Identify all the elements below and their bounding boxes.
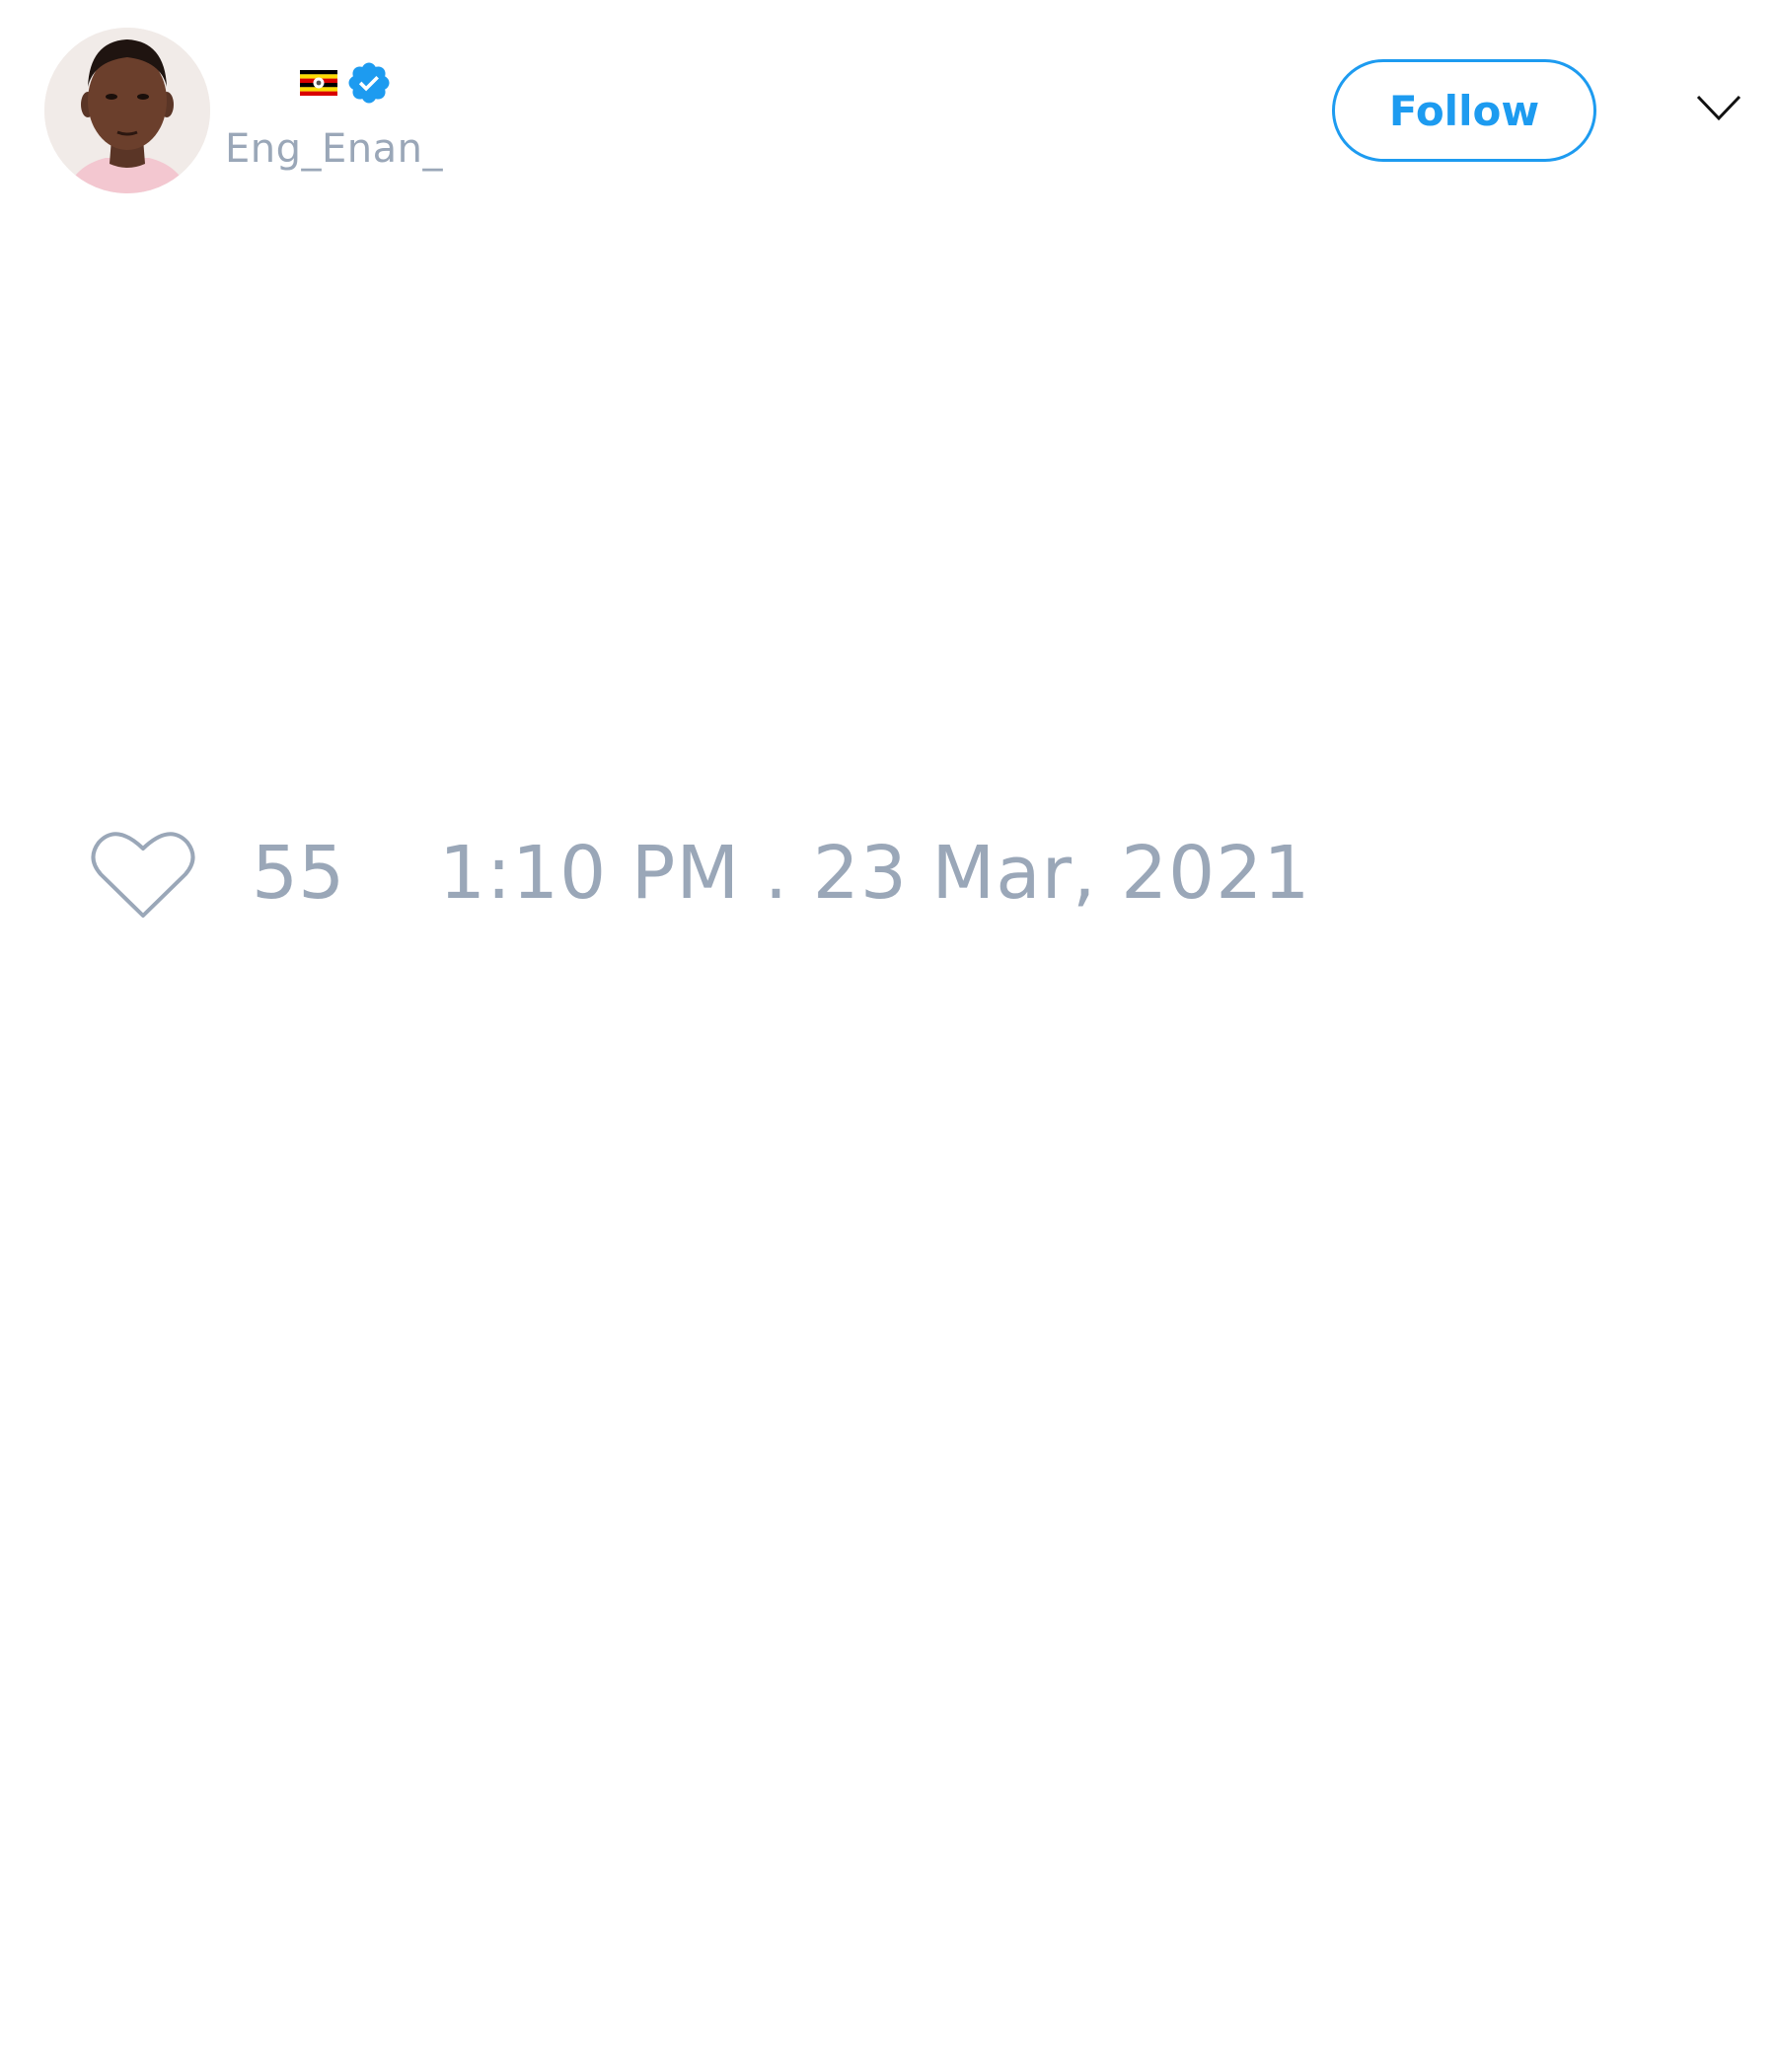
tweet-header: Eng_Enan_ Follow [0,0,1776,207]
avatar[interactable] [44,28,210,193]
verified-badge-icon [345,59,393,107]
uganda-flag-icon [300,70,337,96]
like-count: 55 [252,831,345,916]
heart-icon[interactable] [89,825,197,924]
display-name-row[interactable] [300,57,393,109]
chevron-down-icon[interactable] [1695,93,1742,122]
tweet-stats: 55 1:10 PM . 23 Mar, 2021 [89,821,1667,929]
follow-button[interactable]: Follow [1332,59,1596,162]
user-handle[interactable]: Eng_Enan_ [225,126,443,172]
tweet-timestamp[interactable]: 1:10 PM . 23 Mar, 2021 [439,831,1310,916]
